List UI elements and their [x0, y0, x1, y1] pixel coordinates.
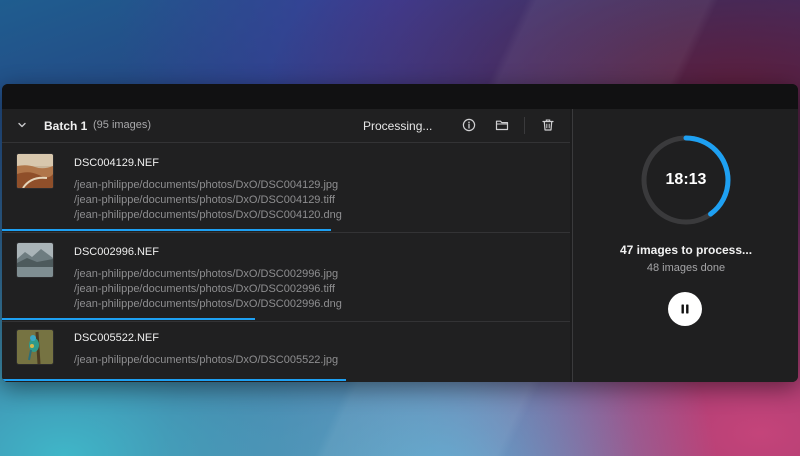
- time-remaining: 18:13: [665, 171, 707, 188]
- progress-fill: [2, 379, 346, 381]
- list-item[interactable]: DSC005522.NEF /jean-philippe/documents/p…: [2, 322, 570, 382]
- batch-title: Batch 1: [44, 119, 88, 133]
- images-done: 48 images done: [646, 262, 726, 274]
- list-item[interactable]: DSC002996.NEF /jean-philippe/documents/p…: [2, 233, 570, 321]
- file-list-pane: Batch 1 (95 images) Processing... DSC004…: [2, 109, 570, 382]
- chevron-down-icon[interactable]: [16, 119, 28, 131]
- output-path: /jean-philippe/documents/photos/DxO/DSC0…: [74, 283, 335, 295]
- output-path: /jean-philippe/documents/photos/DxO/DSC0…: [74, 194, 335, 206]
- thumbnail-desert: [17, 154, 53, 188]
- output-path: /jean-philippe/documents/photos/DxO/DSC0…: [74, 209, 342, 221]
- pause-icon: [681, 304, 689, 314]
- title-bar: [2, 84, 798, 109]
- file-name: DSC005522.NEF: [74, 332, 159, 344]
- trash-icon[interactable]: [541, 118, 555, 132]
- output-path: /jean-philippe/documents/photos/DxO/DSC0…: [74, 268, 339, 280]
- pause-button[interactable]: [668, 292, 702, 326]
- info-icon[interactable]: [462, 118, 476, 132]
- file-name: DSC004129.NEF: [74, 157, 159, 169]
- thumbnail-mountain-lake: [17, 243, 53, 277]
- batch-window: Batch 1 (95 images) Processing... DSC004…: [2, 84, 798, 382]
- progress-bar: [2, 379, 570, 381]
- folder-icon[interactable]: [495, 118, 509, 132]
- progress-fill: [2, 229, 332, 231]
- progress-bar: [2, 229, 570, 231]
- output-path: /jean-philippe/documents/photos/DxO/DSC0…: [74, 179, 339, 191]
- progress-bar: [2, 318, 570, 320]
- thumbnail-bird: [17, 330, 53, 364]
- progress-fill: [2, 318, 255, 320]
- list-item[interactable]: DSC004129.NEF /jean-philippe/documents/p…: [2, 143, 570, 232]
- summary-pane: 18:13 47 images to process... 48 images …: [572, 109, 798, 382]
- output-path: /jean-philippe/documents/photos/DxO/DSC0…: [74, 298, 342, 310]
- batch-image-count: (95 images): [93, 119, 152, 131]
- file-name: DSC002996.NEF: [74, 246, 159, 258]
- header-separator: [524, 117, 525, 134]
- batch-header: Batch 1 (95 images) Processing...: [2, 109, 570, 143]
- images-to-process: 47 images to process...: [619, 243, 753, 257]
- output-path: /jean-philippe/documents/photos/DxO/DSC0…: [74, 354, 339, 366]
- processing-status: Processing...: [363, 119, 433, 133]
